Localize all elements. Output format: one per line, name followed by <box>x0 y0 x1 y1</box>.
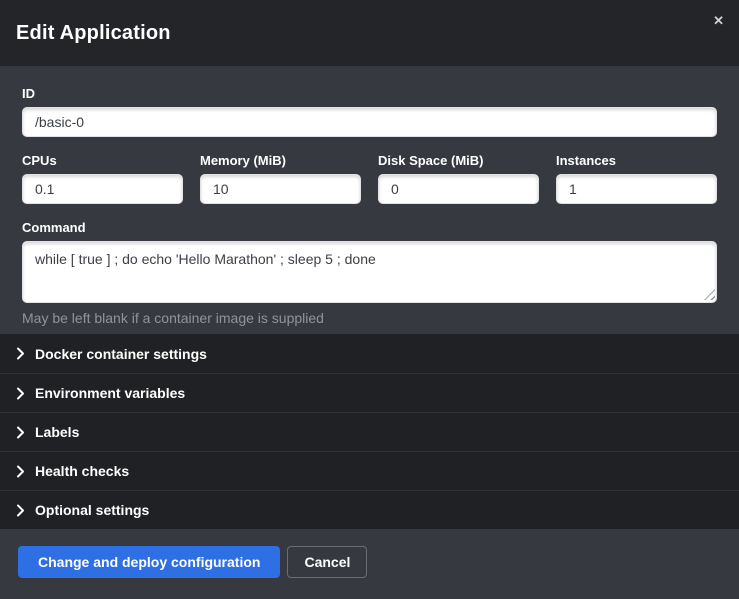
command-field-group: Command while [ true ] ; do echo 'Hello … <box>22 220 717 327</box>
disk-label: Disk Space (MiB) <box>378 153 539 168</box>
section-labels[interactable]: Labels <box>0 412 739 451</box>
instances-label: Instances <box>556 153 717 168</box>
chevron-right-icon <box>16 504 25 517</box>
cpus-label: CPUs <box>22 153 183 168</box>
cancel-button[interactable]: Cancel <box>287 546 367 578</box>
chevron-right-icon <box>16 347 25 360</box>
cpus-field-group: CPUs <box>22 153 183 204</box>
memory-field-group: Memory (MiB) <box>200 153 361 204</box>
chevron-right-icon <box>16 426 25 439</box>
id-label: ID <box>22 86 717 101</box>
section-label: Health checks <box>35 463 129 479</box>
disk-field-group: Disk Space (MiB) <box>378 153 539 204</box>
instances-input[interactable] <box>556 174 717 204</box>
id-input[interactable] <box>22 107 717 137</box>
command-textarea[interactable]: while [ true ] ; do echo 'Hello Marathon… <box>22 241 717 303</box>
section-label: Labels <box>35 424 79 440</box>
collapsible-sections: Docker container settings Environment va… <box>0 334 739 529</box>
modal-footer: Change and deploy configuration Cancel <box>0 529 739 599</box>
section-environment-variables[interactable]: Environment variables <box>0 373 739 412</box>
command-textarea-wrap: while [ true ] ; do echo 'Hello Marathon… <box>22 241 717 303</box>
edit-application-form: ID CPUs Memory (MiB) Disk Space (MiB) In… <box>0 66 739 334</box>
edit-application-modal: Edit Application ✕ ID CPUs Memory (MiB) … <box>0 0 739 599</box>
modal-header: Edit Application ✕ <box>0 0 739 66</box>
close-icon[interactable]: ✕ <box>713 14 724 28</box>
chevron-right-icon <box>16 465 25 478</box>
resources-row: CPUs Memory (MiB) Disk Space (MiB) Insta… <box>22 153 717 204</box>
section-label: Docker container settings <box>35 346 207 362</box>
cpus-input[interactable] <box>22 174 183 204</box>
change-and-deploy-button[interactable]: Change and deploy configuration <box>18 546 280 578</box>
section-label: Environment variables <box>35 385 185 401</box>
instances-field-group: Instances <box>556 153 717 204</box>
section-docker-container-settings[interactable]: Docker container settings <box>0 334 739 373</box>
memory-input[interactable] <box>200 174 361 204</box>
id-field-group: ID <box>22 86 717 137</box>
modal-title: Edit Application <box>16 22 171 45</box>
command-label: Command <box>22 220 717 235</box>
section-health-checks[interactable]: Health checks <box>0 451 739 490</box>
section-label: Optional settings <box>35 502 149 518</box>
command-help-text: May be left blank if a container image i… <box>22 310 717 327</box>
disk-input[interactable] <box>378 174 539 204</box>
chevron-right-icon <box>16 387 25 400</box>
memory-label: Memory (MiB) <box>200 153 361 168</box>
section-optional-settings[interactable]: Optional settings <box>0 490 739 529</box>
